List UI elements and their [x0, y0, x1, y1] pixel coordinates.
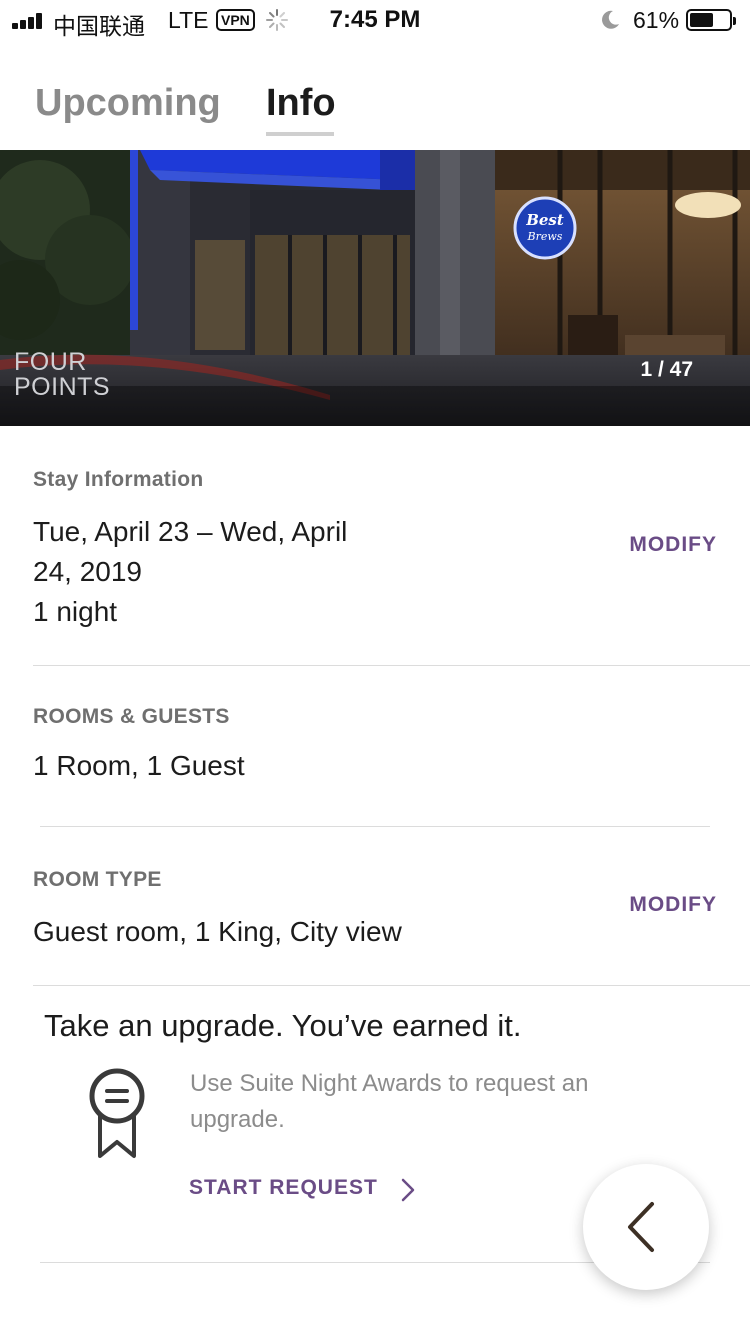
svg-text:Brews: Brews — [527, 230, 563, 243]
rooms-guests-label: ROOMS & GUESTS — [33, 705, 230, 728]
upgrade-title: Take an upgrade. You’ve earned it. — [44, 1008, 522, 1043]
award-ribbon-icon — [89, 1068, 145, 1158]
tab-upcoming[interactable]: Upcoming — [35, 82, 221, 125]
divider — [40, 826, 710, 827]
hotel-photo: Best Brews — [0, 150, 750, 426]
room-type-label: ROOM TYPE — [33, 868, 162, 891]
divider — [33, 985, 750, 986]
tab-bar: Upcoming Info — [0, 78, 750, 150]
do-not-disturb-moon-icon — [602, 10, 619, 29]
status-bar: 中国联通 LTE VPN 7:45 PM 61% — [0, 0, 750, 40]
divider — [33, 665, 750, 666]
chevron-right-icon[interactable] — [400, 1178, 416, 1202]
stay-dates-line2: 24, 2019 — [33, 556, 142, 587]
upgrade-description: Use Suite Night Awards to request an upg… — [190, 1070, 589, 1133]
room-type-value: Guest room, 1 King, City view — [33, 916, 402, 947]
four-points-logo: FOUR POINTS — [14, 348, 111, 401]
battery-icon — [686, 9, 736, 31]
modify-dates-button[interactable]: MODIFY — [629, 533, 717, 557]
stay-information-label: Stay Information — [33, 468, 204, 491]
svg-text:Best: Best — [525, 211, 564, 229]
rooms-guests-value: 1 Room, 1 Guest — [33, 750, 245, 781]
tab-info[interactable]: Info — [266, 82, 336, 125]
battery-percent: 61% — [633, 7, 680, 33]
photo-counter: 1 / 47 — [640, 358, 693, 381]
hotel-photo-carousel[interactable]: Best Brews FOUR POINTS 1 / 47 — [0, 150, 750, 426]
start-request-button[interactable]: START REQUEST — [189, 1176, 378, 1200]
back-button[interactable] — [583, 1164, 709, 1290]
chevron-left-icon — [628, 1202, 654, 1252]
modify-room-type-button[interactable]: MODIFY — [629, 893, 717, 917]
stay-dates-line1: Tue, April 23 – Wed, April — [33, 516, 348, 547]
stay-nights: 1 night — [33, 596, 118, 627]
active-tab-indicator — [266, 132, 334, 136]
